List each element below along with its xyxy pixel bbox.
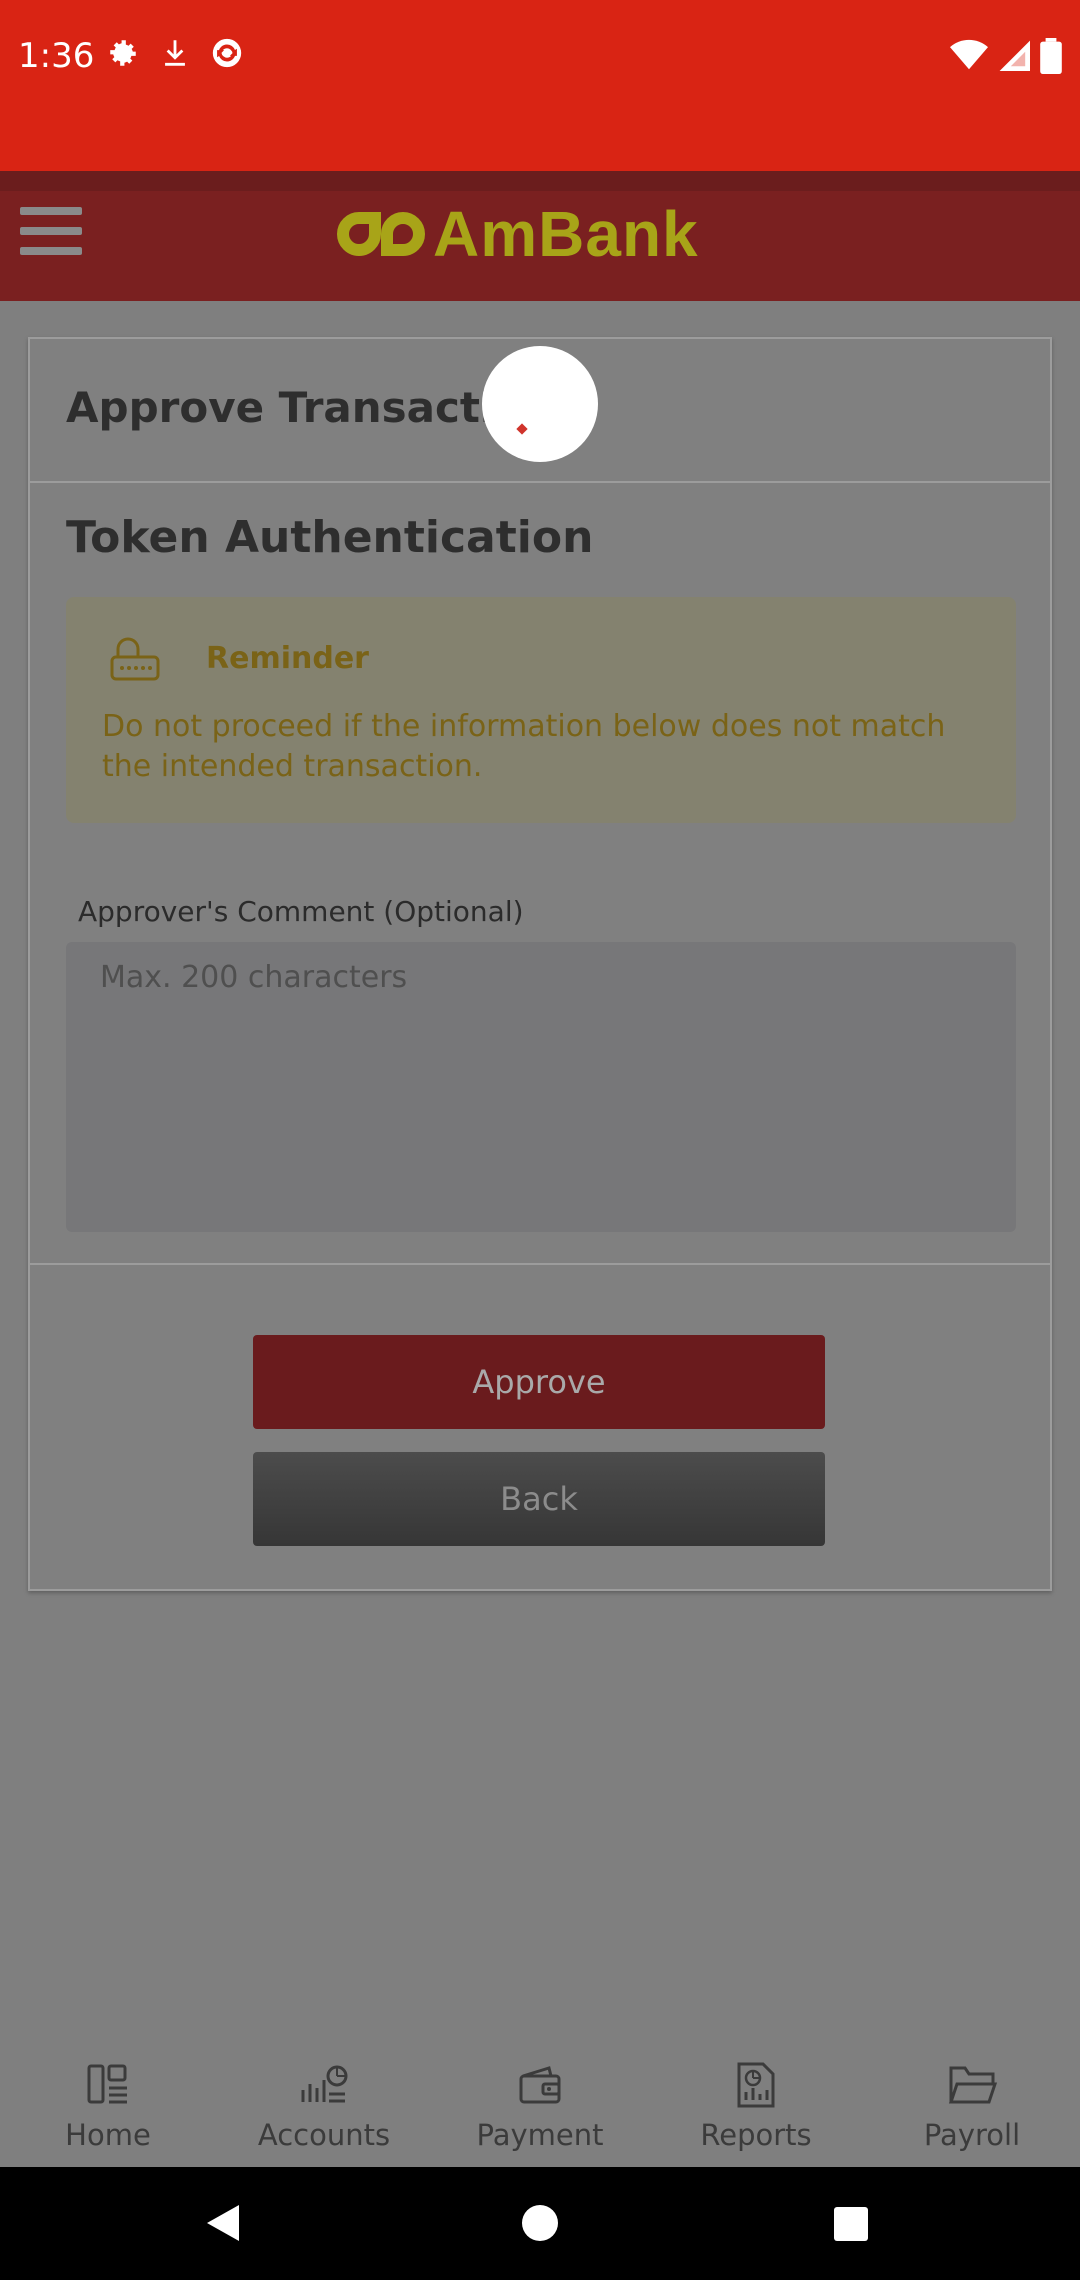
download-icon: [165, 40, 185, 66]
page-title: Approve Transaction: [66, 383, 554, 432]
reminder-title: Reminder: [206, 641, 369, 676]
folder-icon: [948, 2066, 998, 2104]
token-lock-icon: [110, 637, 160, 681]
approve-button[interactable]: Approve: [253, 1335, 825, 1429]
nav-item-payroll[interactable]: Payroll: [872, 2060, 1072, 2152]
status-bar: 1:36: [0, 0, 1080, 171]
sync-icon: [212, 38, 242, 68]
cell-signal-icon: [999, 40, 1030, 71]
status-time: 1:36: [18, 36, 95, 76]
approver-comment-input[interactable]: [66, 942, 1016, 1232]
recents-square-icon[interactable]: [834, 2207, 868, 2241]
hamburger-menu-icon[interactable]: [20, 207, 82, 263]
title-divider: [30, 481, 1050, 483]
ambank-logo-mark-icon: [337, 212, 425, 256]
wifi-icon: [950, 39, 988, 70]
nav-item-reports[interactable]: Reports: [656, 2060, 856, 2152]
nav-item-home[interactable]: Home: [8, 2060, 208, 2152]
home-icon: [87, 2064, 127, 2104]
back-triangle-icon[interactable]: [205, 2203, 241, 2243]
header-strip: [0, 171, 1080, 191]
nav-label-accounts: Accounts: [257, 2118, 391, 2152]
nav-label-home: Home: [65, 2118, 151, 2152]
home-circle-icon[interactable]: [522, 2205, 558, 2241]
bottom-nav: Home Accounts Payment Reports Payroll: [0, 2040, 1080, 2167]
system-nav-bar: [0, 2167, 1080, 2280]
reports-icon: [737, 2062, 775, 2108]
nav-label-reports: Reports: [700, 2118, 812, 2152]
wallet-icon: [519, 2066, 561, 2104]
reminder-text: Do not proceed if the information below …: [102, 709, 946, 784]
loading-spinner: [482, 346, 598, 462]
brand-name: AmBank: [433, 198, 699, 270]
status-icons-left: [106, 36, 244, 70]
accounts-icon: [301, 2065, 348, 2103]
battery-icon: [1040, 38, 1062, 74]
ambank-logo: AmBank: [335, 198, 699, 270]
section-title: Token Authentication: [66, 512, 594, 563]
nav-item-accounts[interactable]: Accounts: [224, 2060, 424, 2152]
app-header: AmBank: [0, 171, 1080, 301]
gear-icon: [110, 40, 136, 66]
approve-transaction-panel: Approve Transaction Token Authentication…: [28, 337, 1052, 1591]
reminder-box: Reminder Do not proceed if the informati…: [66, 597, 1016, 823]
back-button[interactable]: Back: [253, 1452, 825, 1546]
spinner-indicator-icon: [516, 423, 528, 435]
status-icons-right: [950, 38, 1062, 74]
form-divider: [30, 1263, 1050, 1265]
nav-item-payment[interactable]: Payment: [440, 2060, 640, 2152]
nav-label-payroll: Payroll: [923, 2118, 1021, 2152]
comment-label: Approver's Comment (Optional): [78, 895, 524, 928]
nav-label-payment: Payment: [476, 2118, 604, 2152]
